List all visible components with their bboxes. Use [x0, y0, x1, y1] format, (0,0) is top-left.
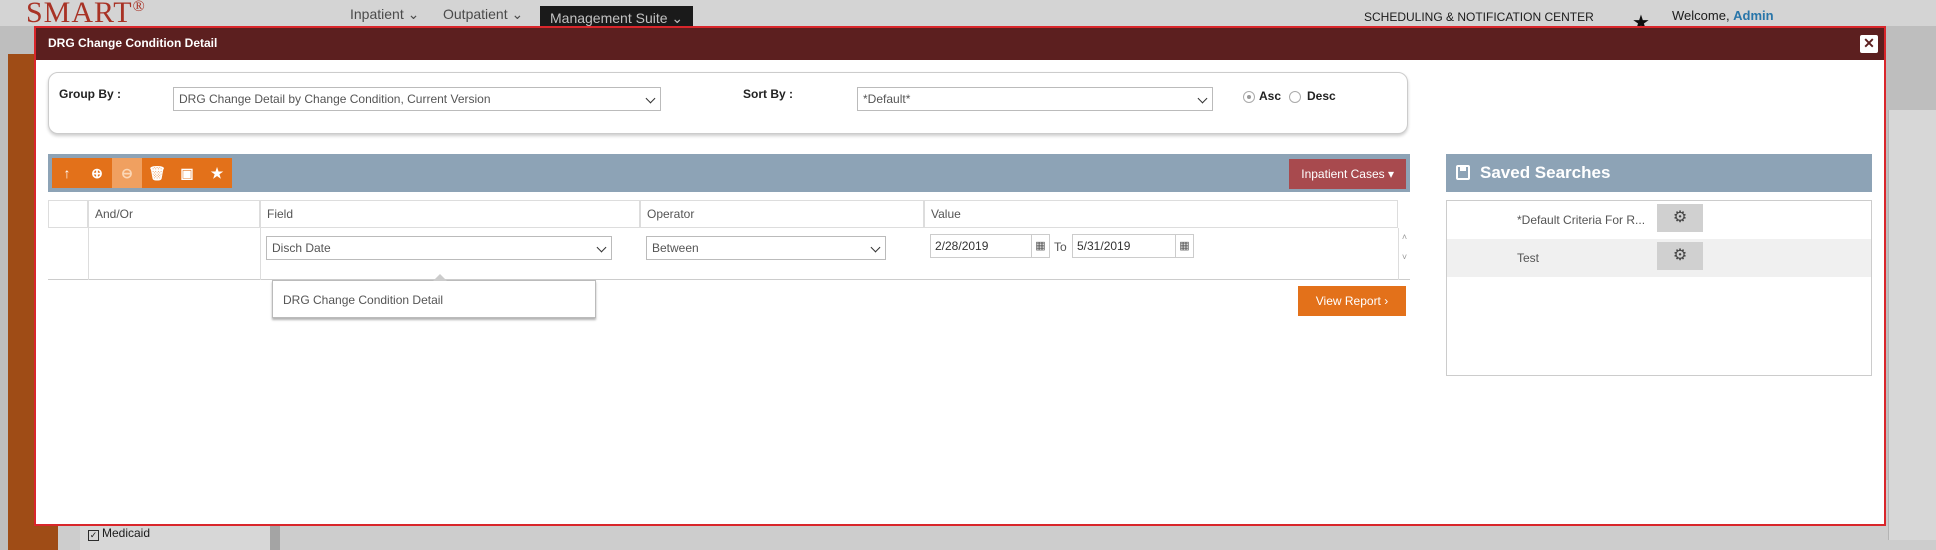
grid-divider [88, 228, 89, 280]
asc-radio[interactable] [1243, 91, 1255, 103]
criteria-grid: And/Or Field Operator Value ˄ ˅ Disch Dat… [48, 200, 1410, 280]
operator-value: Between [652, 241, 699, 255]
grid-header-and-or: And/Or [88, 200, 260, 228]
gear-icon[interactable]: ⚙ [1657, 242, 1703, 270]
chevron-down-icon [1197, 93, 1208, 104]
asc-label: Asc [1259, 89, 1282, 103]
date-to-input[interactable]: 5/31/2019 ▦ [1072, 234, 1194, 258]
favorite-button[interactable]: ★ [202, 158, 232, 188]
add-circle-icon: ⊕ [91, 165, 103, 181]
date-from-value: 2/28/2019 [935, 239, 989, 253]
calendar-icon[interactable]: ▦ [1031, 235, 1049, 257]
to-label: To [1054, 240, 1067, 254]
group-by-select[interactable]: DRG Change Detail by Change Condition, C… [173, 87, 661, 111]
save-icon: ▣ [180, 165, 194, 181]
saved-searches-title: Saved Searches [1480, 163, 1611, 182]
drg-change-condition-modal: DRG Change Condition Detail ✕ Group By :… [34, 26, 1886, 526]
group-by-value: DRG Change Detail by Change Condition, C… [179, 92, 491, 106]
group-by-dropdown-popup: DRG Change Condition Detail [272, 274, 596, 318]
save-button[interactable]: ▣ [172, 158, 202, 188]
dropdown-option[interactable]: DRG Change Condition Detail [283, 293, 443, 307]
sort-by-select[interactable]: *Default* [857, 87, 1213, 111]
star-icon: ★ [210, 165, 224, 181]
saved-searches-header: Saved Searches [1446, 154, 1872, 192]
group-sort-panel: Group By : DRG Change Detail by Change C… [48, 72, 1408, 134]
sort-by-value: *Default* [863, 92, 911, 106]
grid-scrollbar[interactable]: ˄ ˅ [1398, 228, 1410, 280]
criteria-toolbar: ↑ ⊕ ⊖ 🗑 ▣ ★ Inpatient Cases ▾ [48, 154, 1410, 192]
date-from-input[interactable]: 2/28/2019 ▦ [930, 234, 1050, 258]
sort-by-label: Sort By : [743, 87, 794, 101]
operator-select[interactable]: Between [646, 236, 886, 260]
field-value: Disch Date [272, 241, 331, 255]
field-select[interactable]: Disch Date [266, 236, 612, 260]
modal-title: DRG Change Condition Detail [48, 36, 218, 50]
group-by-label: Group By : [59, 87, 121, 101]
add-criteria-button[interactable]: ⊕ [82, 158, 112, 188]
gear-icon[interactable]: ⚙ [1657, 204, 1703, 232]
calendar-icon[interactable]: ▦ [1175, 235, 1193, 257]
remove-criteria-button[interactable]: ⊖ [112, 158, 142, 188]
delete-button[interactable]: 🗑 [142, 158, 172, 188]
grid-header-value: Value [924, 200, 1398, 228]
trash-icon: 🗑 [148, 165, 166, 181]
desc-radio[interactable] [1289, 91, 1301, 103]
modal-header: DRG Change Condition Detail ✕ [36, 28, 1884, 60]
chevron-down-icon [645, 93, 656, 104]
move-up-button[interactable]: ↑ [52, 158, 82, 188]
chevron-down-icon [870, 242, 881, 253]
date-to-value: 5/31/2019 [1077, 239, 1131, 253]
saved-search-item[interactable]: *Default Criteria For R... ⚙ [1447, 201, 1871, 239]
arrow-up-icon: ↑ [63, 165, 71, 181]
saved-searches-list: *Default Criteria For R... ⚙ Test ⚙ [1446, 200, 1872, 376]
grid-header-select [48, 200, 88, 228]
close-button[interactable]: ✕ [1860, 35, 1878, 53]
close-icon: ✕ [1863, 35, 1875, 51]
inpatient-cases-dropdown[interactable]: Inpatient Cases ▾ [1289, 159, 1406, 189]
saved-search-name[interactable]: Test [1517, 251, 1657, 265]
grid-header-field: Field [260, 200, 640, 228]
remove-circle-icon: ⊖ [121, 165, 133, 181]
chevron-down-icon [596, 242, 607, 253]
save-icon [1456, 165, 1470, 180]
desc-label: Desc [1307, 89, 1336, 103]
saved-search-name[interactable]: *Default Criteria For R... [1517, 213, 1657, 227]
grid-header-operator: Operator [640, 200, 924, 228]
view-report-button[interactable]: View Report › [1298, 286, 1406, 316]
saved-search-item[interactable]: Test ⚙ [1447, 239, 1871, 277]
grid-divider [260, 228, 261, 280]
